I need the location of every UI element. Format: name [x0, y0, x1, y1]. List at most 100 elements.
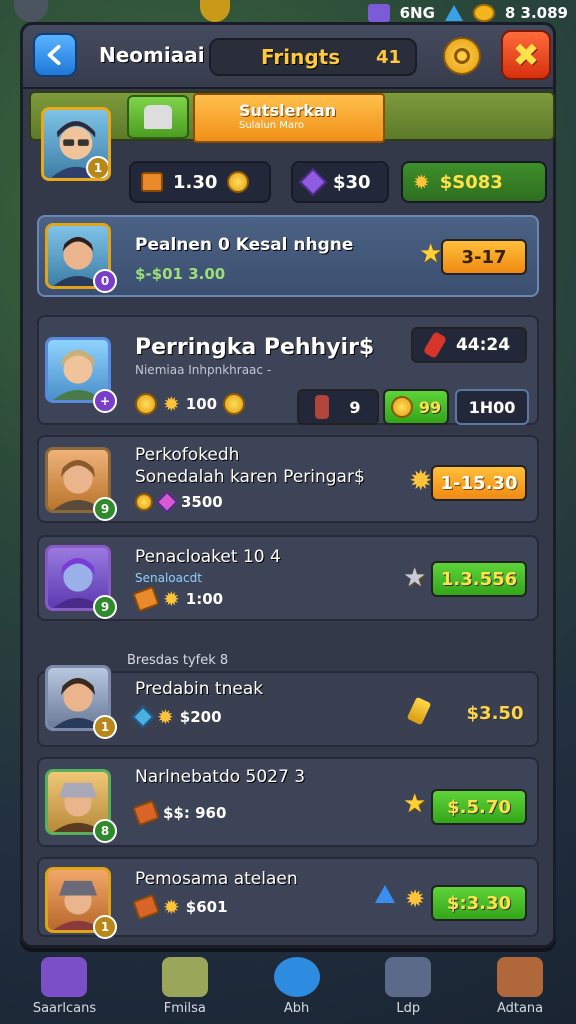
shop-panel: Neomiaai Fringts 41 ✖ Sutslerkan Sulalun… [20, 22, 556, 948]
nav-label: Abh [283, 1001, 310, 1016]
close-button[interactable]: ✖ [501, 30, 551, 80]
list-item[interactable]: 8 Narlnebatdo 5027 3 $$: 960 ★ $.5.70 [37, 757, 539, 847]
item-name: Predabin tneak [135, 679, 264, 699]
item-name: Pemosama atelaen [135, 869, 298, 889]
list-item[interactable]: 9 Penacloaket 10 4 Senaloacdt ✹ 1:00 ★ 1… [37, 535, 539, 621]
nav-item-ldp[interactable]: Ldp [385, 957, 432, 1016]
stat-value: 1:00 [185, 590, 224, 608]
star-icon: ★ [419, 239, 443, 269]
item-count-box: 9 [297, 389, 379, 425]
coin-icon [135, 393, 157, 415]
buy-button[interactable]: 99 [383, 389, 449, 425]
gear-chest-icon [385, 957, 432, 997]
group-icon [144, 105, 172, 129]
bottom-nav: Saarlcans Fmilsa Abh Ldp Adtana [0, 952, 576, 1024]
list-item[interactable]: 1 Predabin tneak ✹ $200 $3.50 [37, 665, 539, 747]
time-button[interactable]: 1H00 [455, 389, 529, 425]
gem-icon [41, 957, 88, 997]
coin-icon [135, 493, 153, 511]
profile-section: Sutslerkan Sulalun Maro 1 1.30 $30 ✹ $S0… [23, 91, 555, 209]
timer-value: 44:24 [455, 335, 511, 355]
nav-label: Saarlcans [32, 1001, 97, 1016]
resource-value: $30 [333, 171, 371, 193]
stat-value: $601 [185, 898, 228, 916]
item-stats: ✹ $200 [131, 705, 222, 729]
page-title: Neomiaai [99, 43, 205, 67]
item-stats: 3500 [135, 490, 223, 514]
buy-button[interactable]: 1.3.556 [431, 561, 527, 597]
buy-button[interactable]: $:3.30 [431, 885, 527, 921]
chest-icon [132, 585, 160, 613]
item-stats: ✹ $601 [132, 893, 228, 921]
active-tab[interactable]: Sutslerkan Sulalun Maro [193, 93, 385, 143]
blue-orb-icon [273, 957, 320, 997]
resource-box-gold[interactable]: 1.30 [129, 161, 271, 203]
settings-button[interactable] [443, 37, 481, 75]
item-name: Perringka Pehhyir$ [135, 335, 375, 360]
panel-header: Neomiaai Fringts 41 ✖ [23, 25, 553, 89]
tab-subtitle: Sulalun Maro [239, 120, 304, 131]
gem-icon [155, 490, 179, 514]
gear-icon: ✹ [157, 705, 174, 729]
list-item[interactable]: 9 Perkofokedh Sonedalah karen Peringar$ … [37, 435, 539, 523]
stat-value: $$: 960 [163, 804, 227, 822]
gear-icon: ✹ [413, 170, 430, 194]
gear-icon: ✹ [409, 464, 433, 497]
resource-value: 1.30 [173, 171, 218, 193]
gear-icon: ✹ [163, 587, 180, 611]
item-name-line2: Sonedalah karen Peringar$ [135, 467, 365, 487]
back-button[interactable] [33, 33, 77, 77]
nav-item-saarlcans[interactable]: Saarlcans [33, 957, 96, 1016]
item-name: Perkofokedh [135, 445, 240, 465]
water-drop-icon [375, 885, 395, 903]
stat-value: 100 [185, 395, 218, 413]
list-item[interactable]: + Perringka Pehhyir$ Niemiaa Inhpnkhraac… [37, 315, 539, 425]
chest-icon [132, 799, 160, 827]
currency-pill[interactable]: Fringts 41 [209, 38, 417, 76]
nav-item-fmilsa[interactable]: Fmilsa [161, 957, 208, 1016]
timer-badge: 44:24 [411, 327, 527, 363]
buy-button[interactable]: 3-17 [441, 239, 527, 275]
item-name: Penacloaket 10 4 [135, 547, 281, 567]
arrow-left-icon [47, 44, 61, 66]
gear-icon [454, 48, 470, 64]
gem-icon [367, 4, 390, 22]
gear-icon: ✹ [405, 885, 426, 913]
chest-icon [161, 957, 208, 997]
gear-icon: ✹ [163, 895, 180, 919]
coin-icon [472, 4, 495, 22]
level-badge: 8 [93, 819, 117, 843]
tab-title: Sutslerkan [239, 101, 337, 120]
item-stats: ✹ 1:00 [132, 585, 224, 613]
item-sub: Niemiaa Inhpnkhraac - [135, 363, 272, 377]
stat-value: 3500 [181, 493, 223, 511]
pill-value: 41 [375, 46, 401, 68]
crate-icon [497, 957, 544, 997]
nav-item-adtana[interactable]: Adtana [497, 957, 543, 1016]
level-badge: 9 [93, 497, 117, 521]
level-badge: 1 [93, 915, 117, 939]
buy-button[interactable]: 1-15.30 [431, 465, 527, 501]
close-icon: ✖ [512, 36, 540, 74]
section-label: Bresdas tyfek 8 [127, 653, 229, 668]
list-item[interactable]: 0 Pealnen 0 Kesal nhgne $-$01 3.00 ★ 3-1… [37, 215, 539, 297]
gem-icon [131, 705, 155, 729]
coin-icon [223, 393, 246, 415]
buy-button[interactable]: $.5.70 [431, 789, 527, 825]
friends-tab[interactable] [127, 95, 189, 139]
price-value: 99 [418, 397, 442, 417]
resource-box-cash[interactable]: ✹ $S083 [401, 161, 547, 203]
gem-icon [298, 167, 328, 197]
price-label[interactable]: $3.50 [455, 695, 535, 731]
status-balance: 8 3.089 [504, 4, 568, 22]
water-drop-icon [444, 5, 463, 21]
coin-icon [227, 171, 250, 193]
avatar[interactable]: 1 [41, 107, 111, 181]
stat-value: $200 [179, 708, 222, 726]
level-badge: 1 [93, 715, 117, 739]
resource-box-gems[interactable]: $30 [291, 161, 389, 203]
level-badge: 1 [86, 156, 108, 178]
star-icon: ★ [403, 563, 427, 593]
nav-item-abh[interactable]: Abh [273, 957, 320, 1016]
list-item[interactable]: 1 Pemosama atelaen ✹ $601 ✹ $:3.30 [37, 857, 539, 939]
